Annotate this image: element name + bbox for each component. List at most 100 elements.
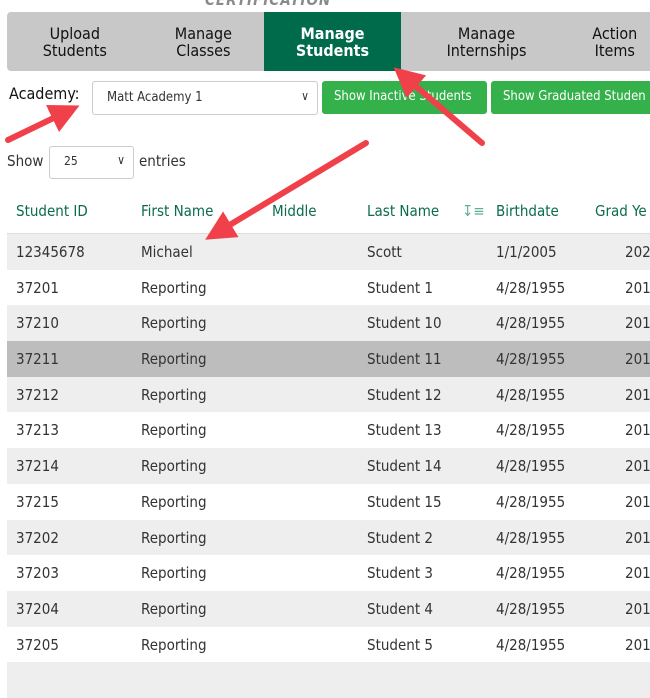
- show-graduated-button[interactable]: Show Graduated Studen: [491, 81, 650, 114]
- col-grad-year[interactable]: Grad Ye: [595, 202, 647, 220]
- table-cell: 12345678: [16, 243, 85, 261]
- academy-label: Academy:: [9, 84, 80, 103]
- table-cell: 4/28/1955: [496, 457, 566, 476]
- table-cell: Student 13: [367, 421, 442, 440]
- table-row[interactable]: 37215 Reporting Student 15 4/28/1955 201: [7, 484, 650, 520]
- table-cell: 4/28/1955: [496, 385, 566, 404]
- entries-label: entries: [139, 152, 186, 170]
- table-cell: 4/28/1955: [496, 635, 566, 654]
- academy-select[interactable]: Matt Academy 1 ∨: [92, 81, 318, 115]
- table-cell: Student 11: [367, 350, 442, 369]
- tab-manage-classes[interactable]: Manage Classes: [143, 12, 265, 71]
- table-cell: 37201: [16, 278, 59, 297]
- tab-manage-internships[interactable]: Manage Internships: [401, 12, 572, 71]
- table-cell: Student 10: [367, 314, 442, 333]
- table-cell: 201: [625, 350, 650, 369]
- table-cell: Student 3: [367, 564, 433, 583]
- academy-value: Matt Academy 1: [107, 90, 203, 105]
- table-cell: 201: [625, 457, 650, 476]
- table-row[interactable]: 37211 Reporting Student 11 4/28/1955 201: [7, 341, 650, 377]
- table-cell: 201: [625, 635, 650, 654]
- table-cell: 4/28/1955: [496, 350, 566, 369]
- table-cell: Student 14: [367, 457, 442, 476]
- table-cell: Reporting: [141, 635, 207, 654]
- table-row[interactable]: 37202 Reporting Student 2 4/28/1955 201: [7, 519, 650, 556]
- table-cell: Reporting: [141, 492, 207, 511]
- table-cell: Student 5: [367, 635, 433, 654]
- table-row[interactable]: 37204 Reporting Student 4 4/28/1955 201: [7, 590, 650, 627]
- table-cell: Scott: [367, 243, 402, 261]
- table-cell: 4/28/1955: [496, 528, 566, 547]
- chevron-down-icon: ∨: [301, 89, 309, 103]
- table-cell: Reporting: [141, 385, 207, 404]
- tab-upload-students[interactable]: Upload Students: [7, 12, 143, 71]
- table-row[interactable]: 37203 Reporting Student 3 4/28/1955 201: [7, 555, 650, 591]
- table-cell: 37213: [16, 421, 59, 440]
- table-cell: 201: [625, 564, 650, 583]
- table-cell: 4/28/1955: [496, 278, 566, 297]
- table-cell: 4/28/1955: [496, 492, 566, 511]
- table-cell: 4/28/1955: [496, 564, 566, 583]
- table-cell: 201: [625, 421, 650, 440]
- table-cell: 37214: [16, 457, 59, 476]
- table-cell: Reporting: [141, 350, 207, 369]
- table-row[interactable]: 37205 Reporting Student 5 4/28/1955 201: [7, 627, 650, 663]
- table-cell: Student 1: [367, 278, 433, 297]
- col-first-name[interactable]: First Name: [141, 202, 213, 220]
- col-student-id[interactable]: Student ID: [16, 202, 88, 220]
- table-cell: 37204: [16, 599, 59, 618]
- table-row[interactable]: 37201 Reporting Student 1 4/28/1955 201: [7, 270, 650, 306]
- table-cell: 201: [625, 528, 650, 547]
- table-cell: Reporting: [141, 314, 207, 333]
- table-cell: Reporting: [141, 599, 207, 618]
- table-cell: 4/28/1955: [496, 314, 566, 333]
- table-cell: 37210: [16, 314, 59, 333]
- table-cell: 201: [625, 278, 650, 297]
- table-cell: 201: [625, 385, 650, 404]
- col-middle[interactable]: Middle: [272, 202, 317, 220]
- show-label: Show: [7, 152, 44, 170]
- table-cell: 201: [625, 599, 650, 618]
- table-cell: 37202: [16, 528, 59, 547]
- table-cell: Michael: [141, 243, 193, 261]
- table-row[interactable]: 37213 Reporting Student 13 4/28/1955 201: [7, 412, 650, 448]
- table-cell: Reporting: [141, 564, 207, 583]
- table-cell: Reporting: [141, 457, 207, 476]
- table-cell: 37211: [16, 350, 59, 369]
- table-cell: 37203: [16, 564, 59, 583]
- table-cell: Reporting: [141, 421, 207, 440]
- show-inactive-button[interactable]: Show Inactive Students: [322, 81, 487, 114]
- arrow-academy: [5, 105, 80, 143]
- chevron-down-icon: ∨: [117, 153, 125, 167]
- nav-tabs: Upload Students Manage Classes Manage St…: [7, 12, 650, 71]
- table-cell: 201: [625, 314, 650, 333]
- table-cell: Reporting: [141, 278, 207, 297]
- table-row[interactable]: 37212 Reporting Student 12 4/28/1955 201: [7, 376, 650, 413]
- tab-manage-students[interactable]: Manage Students: [264, 12, 401, 71]
- table-cell: 4/28/1955: [496, 599, 566, 618]
- table-cell: 1/1/2005: [496, 243, 557, 261]
- entries-select[interactable]: 25 ∨: [49, 146, 134, 179]
- table-cell: 37205: [16, 635, 59, 654]
- table-cell: Student 4: [367, 599, 433, 618]
- sort-ascending-icon[interactable]: ↧≡: [462, 202, 485, 220]
- table-row[interactable]: 37210 Reporting Student 10 4/28/1955 201: [7, 305, 650, 342]
- certification-heading: CERTIFICATION: [205, 0, 332, 9]
- table-cell: Student 12: [367, 385, 442, 404]
- table-cell: Student 2: [367, 528, 433, 547]
- students-table: 12345678 Michael Scott 1/1/2005 202 37201 Repo…: [7, 234, 650, 698]
- table-row[interactable]: 12345678 Michael Scott 1/1/2005 202: [7, 234, 650, 270]
- table-cell: 37212: [16, 385, 59, 404]
- table-row[interactable]: 37214 Reporting Student 14 4/28/1955 201: [7, 448, 650, 484]
- col-last-name[interactable]: Last Name: [367, 202, 439, 220]
- table-cell: 201: [625, 492, 650, 511]
- tab-action-items[interactable]: Action Items: [572, 12, 650, 71]
- table-cell: 37215: [16, 492, 59, 511]
- table-cell: Student 15: [367, 492, 442, 511]
- table-row[interactable]: [7, 662, 650, 698]
- table-cell: 202: [625, 243, 650, 261]
- col-birthdate[interactable]: Birthdate: [496, 202, 559, 220]
- table-cell: 4/28/1955: [496, 421, 566, 440]
- entries-value: 25: [64, 154, 78, 168]
- table-cell: Reporting: [141, 528, 207, 547]
